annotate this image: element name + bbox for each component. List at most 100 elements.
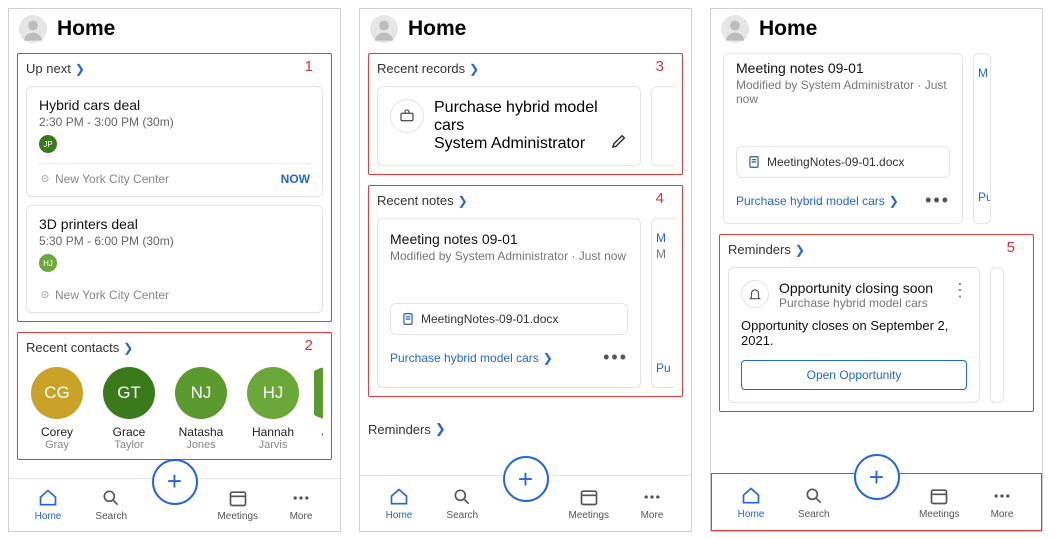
contact-first: Corey bbox=[41, 425, 73, 439]
recent-contacts-section: 2 Recent contacts ❯ CG Corey Gray GT Gra… bbox=[17, 332, 332, 460]
note-card[interactable]: Meeting notes 09-01 Modified by System A… bbox=[377, 218, 641, 388]
recent-contacts-header[interactable]: Recent contacts ❯ bbox=[26, 340, 133, 355]
contact-first: Hannah bbox=[252, 425, 294, 439]
record-card[interactable]: Purchase hybrid model cars System Admini… bbox=[377, 86, 641, 166]
peek-sub: M bbox=[656, 247, 674, 261]
chevron-right-icon: ❯ bbox=[435, 421, 446, 437]
recent-records-header[interactable]: Recent records ❯ bbox=[377, 61, 479, 76]
up-next-header[interactable]: Up next ❯ bbox=[26, 61, 85, 76]
note-card[interactable]: Meeting notes 09-01 Modified by System A… bbox=[723, 53, 963, 224]
contact-avatar: CG bbox=[31, 367, 83, 419]
nav-label: Search bbox=[446, 510, 478, 521]
nav-search[interactable]: Search bbox=[437, 486, 487, 521]
note-link[interactable]: Purchase hybrid model cars ❯ bbox=[736, 194, 899, 208]
user-avatar-icon[interactable] bbox=[721, 15, 749, 43]
recent-records-section: 3 Recent records ❯ Purchase hybrid model… bbox=[368, 53, 683, 175]
nav-home[interactable]: Home bbox=[374, 486, 424, 521]
location-row: New York City Center bbox=[39, 172, 169, 186]
chevron-right-icon: ❯ bbox=[458, 194, 468, 208]
contact-item[interactable]: HJ Hannah Jarvis bbox=[242, 367, 304, 451]
add-fab[interactable]: + bbox=[503, 456, 549, 502]
edit-icon[interactable] bbox=[610, 132, 628, 155]
note-title: Meeting notes 09-01 bbox=[390, 231, 628, 247]
reminders-header-peek[interactable]: Reminders ❯ bbox=[368, 421, 446, 437]
recent-contacts-label: Recent contacts bbox=[26, 340, 119, 355]
nav-label: Home bbox=[386, 510, 413, 521]
contact-last: Gray bbox=[45, 439, 69, 451]
nav-label: Search bbox=[798, 509, 830, 520]
more-menu-icon[interactable]: ••• bbox=[603, 347, 628, 368]
reminder-card-peek[interactable] bbox=[990, 267, 1004, 403]
peek-link: Pu bbox=[978, 190, 986, 204]
nav-more[interactable]: More bbox=[627, 486, 677, 521]
record-card-peek[interactable] bbox=[651, 86, 674, 166]
more-menu-icon[interactable]: ••• bbox=[925, 190, 950, 211]
contact-item[interactable]: NJ Natasha Jones bbox=[170, 367, 232, 451]
contact-avatar: HJ bbox=[247, 367, 299, 419]
attachment-name: MeetingNotes-09-01.docx bbox=[421, 312, 558, 326]
nav-home[interactable]: Home bbox=[23, 487, 73, 522]
reminder-body: Opportunity closes on September 2, 2021. bbox=[741, 318, 967, 348]
contact-last: Jarvis bbox=[259, 439, 288, 451]
note-attachment[interactable]: MeetingNotes-09-01.docx bbox=[390, 303, 628, 335]
recent-records-label: Recent records bbox=[377, 61, 465, 76]
briefcase-icon bbox=[390, 99, 424, 133]
note-card-peek[interactable]: M M Pu bbox=[651, 218, 674, 388]
upnext-card-1[interactable]: 3D printers deal 5:30 PM - 6:00 PM (30m)… bbox=[26, 205, 323, 313]
chevron-right-icon: ❯ bbox=[469, 62, 479, 76]
more-icon bbox=[991, 485, 1013, 507]
search-icon bbox=[803, 485, 825, 507]
chevron-right-icon: ❯ bbox=[123, 341, 133, 355]
user-avatar-icon[interactable] bbox=[370, 15, 398, 43]
up-next-section: 1 Up next ❯ Hybrid cars deal 2:30 PM - 3… bbox=[17, 53, 332, 322]
bottom-nav-annotated: 6 Home Search Meetings bbox=[711, 473, 1042, 531]
nav-more[interactable]: More bbox=[276, 487, 326, 522]
reminder-card[interactable]: ⋮ Opportunity closing soon Purchase hybr… bbox=[728, 267, 980, 403]
open-opportunity-button[interactable]: Open Opportunity bbox=[741, 360, 967, 390]
contact-item[interactable]: CG Corey Gray bbox=[26, 367, 88, 451]
add-fab[interactable]: + bbox=[152, 459, 198, 505]
reminders-label: Reminders bbox=[368, 422, 431, 437]
more-icon bbox=[290, 487, 312, 509]
nav-home[interactable]: Home bbox=[726, 485, 776, 520]
upnext-card-0[interactable]: Hybrid cars deal 2:30 PM - 3:00 PM (30m)… bbox=[26, 86, 323, 197]
kebab-menu-icon[interactable]: ⋮ bbox=[951, 280, 969, 301]
now-badge: NOW bbox=[281, 172, 310, 186]
nav-meetings[interactable]: Meetings bbox=[564, 486, 614, 521]
contact-item[interactable]: GT Grace Taylor bbox=[98, 367, 160, 451]
nav-search[interactable]: Search bbox=[789, 485, 839, 520]
note-card-peek[interactable]: M Pu bbox=[973, 53, 991, 224]
upnext-title: Hybrid cars deal bbox=[39, 97, 310, 113]
note-link[interactable]: Purchase hybrid model cars ❯ bbox=[390, 351, 553, 365]
user-avatar-icon[interactable] bbox=[19, 15, 47, 43]
bottom-nav: Home Search Meetings More + bbox=[9, 478, 340, 531]
reminders-header[interactable]: Reminders ❯ bbox=[728, 242, 805, 257]
contact-item-peek[interactable]: J Jo P bbox=[314, 367, 323, 451]
nav-label: Search bbox=[95, 511, 127, 522]
chevron-right-icon: ❯ bbox=[75, 62, 85, 76]
nav-more[interactable]: More bbox=[977, 485, 1027, 520]
add-fab[interactable]: + bbox=[854, 454, 900, 500]
annotation-1: 1 bbox=[305, 58, 313, 75]
nav-meetings[interactable]: Meetings bbox=[914, 485, 964, 520]
page-title: Home bbox=[57, 17, 115, 41]
app-header: Home bbox=[9, 9, 340, 49]
contact-avatar: GT bbox=[103, 367, 155, 419]
note-link-text: Purchase hybrid model cars bbox=[736, 194, 885, 208]
annotation-4: 4 bbox=[656, 190, 664, 207]
contact-avatar: J bbox=[314, 367, 323, 419]
chevron-right-icon: ❯ bbox=[889, 194, 899, 208]
annotation-2: 2 bbox=[305, 337, 313, 354]
recent-notes-header[interactable]: Recent notes ❯ bbox=[377, 193, 468, 208]
bottom-nav: Home Search Meetings More + bbox=[712, 474, 1041, 530]
page-title: Home bbox=[759, 17, 817, 41]
note-modified: Modified by System Administrator · Just … bbox=[390, 249, 628, 263]
home-icon bbox=[740, 485, 762, 507]
nav-search[interactable]: Search bbox=[86, 487, 136, 522]
contact-last: Jones bbox=[186, 439, 215, 451]
nav-label: Home bbox=[738, 509, 765, 520]
reminder-sub: Purchase hybrid model cars bbox=[779, 296, 933, 310]
nav-meetings[interactable]: Meetings bbox=[213, 487, 263, 522]
note-attachment[interactable]: MeetingNotes-09-01.docx bbox=[736, 146, 950, 178]
peek-title: M bbox=[656, 231, 674, 245]
